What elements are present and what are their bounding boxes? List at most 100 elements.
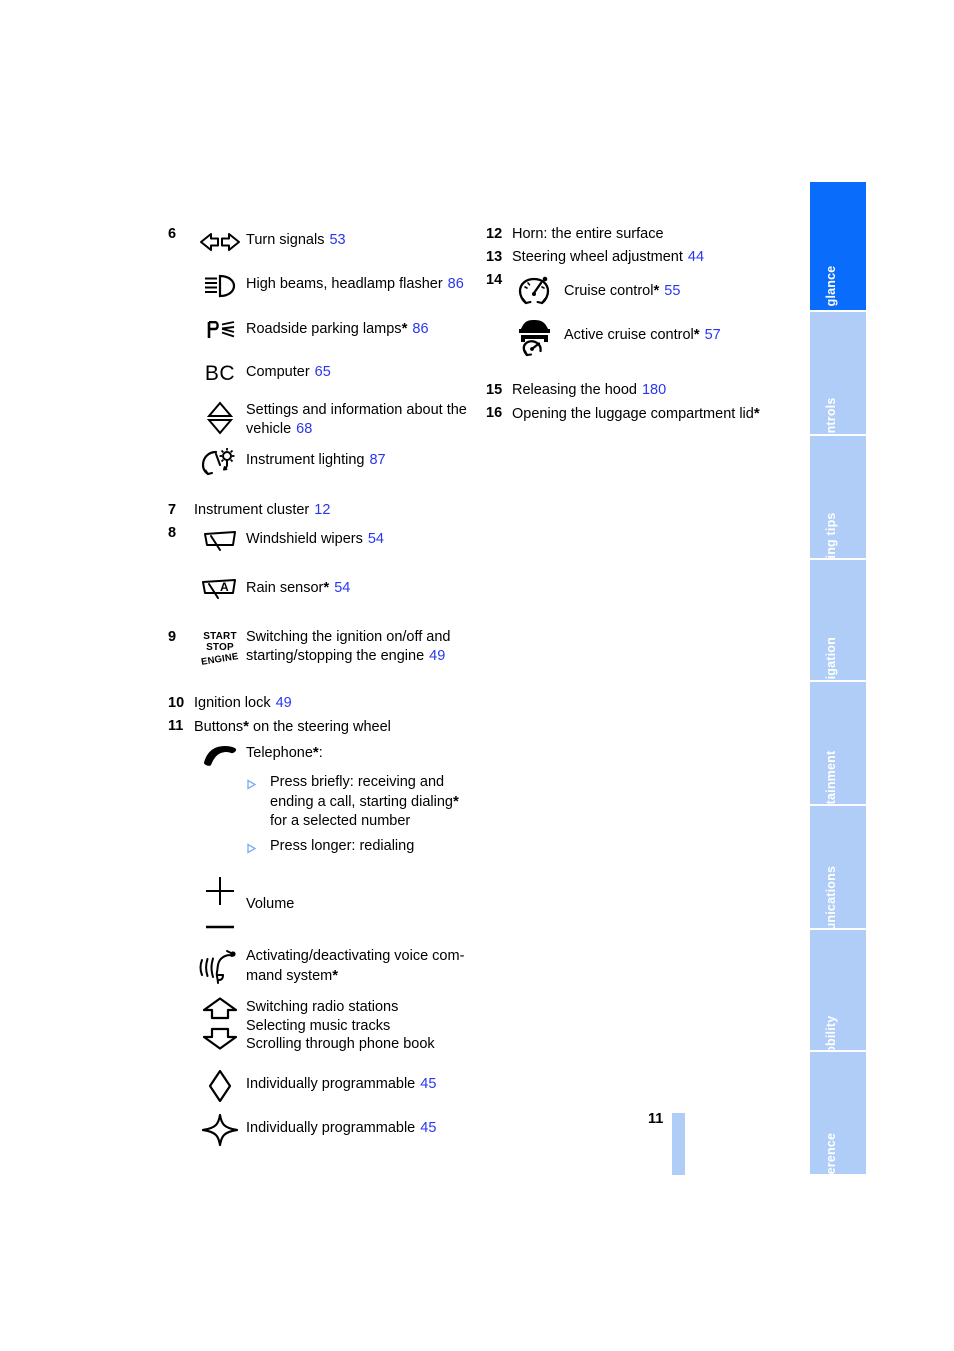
list-item-10: 10 Ignition lock 49 bbox=[168, 694, 478, 713]
page-ref: 86 bbox=[412, 321, 429, 337]
page-ref: 49 bbox=[275, 695, 292, 711]
label-text: Individually programmable bbox=[246, 1076, 416, 1092]
four-point-star-icon bbox=[194, 1113, 246, 1147]
list-item-9: 9 START STOP ENGINE Switching the igniti… bbox=[168, 628, 478, 668]
entry-computer: BC Computer 65 bbox=[194, 357, 478, 391]
rain-sensor-icon: A bbox=[194, 572, 246, 606]
entry-label: Telephone*: bbox=[246, 741, 323, 763]
list-item-16: 16 Opening the luggage compartment lid* bbox=[486, 404, 786, 424]
entry-instrument-lighting: Instrument lighting 87 bbox=[194, 445, 478, 479]
label-text: Steering wheel adjustment bbox=[512, 249, 683, 265]
arrow-up-icon bbox=[202, 997, 238, 1025]
instrument-lighting-icon bbox=[194, 445, 246, 479]
page-ref: 45 bbox=[420, 1076, 437, 1092]
entry-programmable-2: Individually programmable 45 bbox=[194, 1113, 478, 1147]
item-label: Switching the ignition on/off and starti… bbox=[246, 628, 451, 666]
tab-label: Controls bbox=[824, 397, 838, 435]
bullet-line2: ending a call, starting dialing bbox=[270, 794, 453, 810]
page-ref: 68 bbox=[296, 421, 313, 437]
list-item-15: 15 Releasing the hood 180 bbox=[486, 381, 786, 400]
entry-label: Windshield wipers 54 bbox=[246, 524, 384, 549]
entry-label: Active cruise control* 57 bbox=[564, 315, 721, 345]
tab-label: Entertainment bbox=[824, 750, 838, 804]
list-item: Press longer: redialing bbox=[246, 837, 478, 859]
entry-voice-command: Activating/deactivating voice com- mand … bbox=[194, 947, 478, 987]
tab-communications[interactable]: Communications bbox=[810, 806, 866, 928]
entry-turn-signals: Turn signals 53 bbox=[194, 225, 478, 259]
page-ref: 65 bbox=[314, 364, 331, 380]
page-number: 11 bbox=[648, 1111, 664, 1127]
label-text: Opening the luggage compartment lid bbox=[512, 406, 754, 422]
left-column: 6 Turn signals 53 High beams, headlamp f… bbox=[168, 225, 478, 1147]
tab-label: Reference bbox=[824, 1132, 838, 1174]
label-text: Settings and information about the vehic… bbox=[246, 402, 467, 437]
entry-cruise-control: Cruise control* 55 bbox=[512, 275, 786, 309]
label-text: Buttons bbox=[194, 719, 244, 735]
label-text: Active cruise control bbox=[564, 327, 694, 343]
entry-windshield-wipers: Windshield wipers 54 bbox=[194, 524, 478, 558]
page-ref: 55 bbox=[664, 283, 681, 299]
label-text: Computer bbox=[246, 364, 310, 380]
item-label: Releasing the hood 180 bbox=[512, 381, 666, 400]
list-item-6: 6 Turn signals 53 High beams, headlamp f… bbox=[168, 225, 478, 479]
colon: : bbox=[318, 745, 323, 761]
tab-entertainment[interactable]: Entertainment bbox=[810, 682, 866, 804]
label-text: Rain sensor bbox=[246, 580, 324, 596]
svg-text:A: A bbox=[220, 580, 229, 594]
high-beams-icon bbox=[194, 269, 246, 303]
label-line1: Activating/deactivating voice com- bbox=[246, 948, 465, 964]
tab-controls[interactable]: Controls bbox=[810, 312, 866, 434]
item-label: Buttons* on the steering wheel bbox=[194, 717, 391, 737]
item-number: 14 bbox=[486, 272, 503, 288]
page-ref: 49 bbox=[429, 648, 446, 664]
voice-command-icon bbox=[194, 947, 246, 987]
bullet-text: Press briefly: receiving and ending a ca… bbox=[270, 773, 459, 831]
entry-active-cruise-control: Active cruise control* 57 bbox=[512, 315, 786, 359]
turn-signals-icon bbox=[194, 225, 246, 259]
telephone-handset-icon bbox=[194, 741, 246, 771]
tab-driving-tips[interactable]: Driving tips bbox=[810, 436, 866, 558]
label-text: Instrument lighting bbox=[246, 452, 365, 468]
tab-navigation[interactable]: Navigation bbox=[810, 560, 866, 680]
optional-marker: * bbox=[693, 326, 700, 343]
tab-label: Mobility bbox=[824, 1015, 838, 1050]
item-number: 11 bbox=[168, 718, 184, 734]
item-number: 15 bbox=[486, 382, 503, 398]
entry-settings-vehicle: Settings and information about the vehic… bbox=[194, 401, 478, 439]
bc-computer-icon: BC bbox=[194, 357, 246, 391]
label-text: Turn signals bbox=[246, 232, 325, 248]
tab-reference[interactable]: Reference bbox=[810, 1052, 866, 1174]
tab-mobility[interactable]: Mobility bbox=[810, 930, 866, 1050]
list-item-11: 11 Buttons* on the steering wheel bbox=[168, 717, 478, 737]
item-number: 9 bbox=[168, 629, 177, 645]
settings-updown-icon bbox=[194, 401, 246, 435]
list-item-13: 13 Steering wheel adjustment 44 bbox=[486, 248, 786, 267]
label-line3: Scrolling through phone book bbox=[246, 1036, 435, 1053]
section-tabs: At a glance Controls Driving tips Naviga… bbox=[810, 182, 866, 1176]
label-text: Instrument cluster bbox=[194, 502, 310, 518]
bullet-line3: for a selected number bbox=[270, 813, 411, 829]
arrows-icon-group bbox=[194, 997, 246, 1055]
entry-label: Rain sensor* 54 bbox=[246, 572, 350, 598]
entry-volume: Volume bbox=[194, 875, 478, 933]
bullet-text: Press longer: redialing bbox=[270, 838, 415, 854]
optional-marker: * bbox=[452, 793, 459, 810]
entry-arrows: Switching radio stations Selecting music… bbox=[194, 997, 478, 1055]
item-label: Ignition lock 49 bbox=[194, 694, 292, 713]
label-text: Windshield wipers bbox=[246, 531, 363, 547]
label-line2: mand system bbox=[246, 968, 333, 984]
label-rest: on the steering wheel bbox=[249, 719, 391, 735]
entry-label: Activating/deactivating voice com- mand … bbox=[246, 947, 464, 986]
windshield-wipers-icon bbox=[194, 524, 246, 558]
entry-label: Settings and information about the vehic… bbox=[246, 401, 478, 439]
start-stop-engine-icon: START STOP ENGINE bbox=[194, 628, 246, 668]
page-ref: 44 bbox=[687, 249, 705, 265]
label-line2: Selecting music tracks bbox=[246, 1017, 391, 1034]
item-number: 16 bbox=[486, 405, 503, 421]
telephone-bullet-list: Press briefly: receiving and ending a ca… bbox=[246, 773, 478, 859]
entry-label: Volume bbox=[246, 895, 295, 912]
entry-label: High beams, headlamp flasher 86 bbox=[246, 269, 464, 294]
tab-at-a-glance[interactable]: At a glance bbox=[810, 182, 866, 310]
entry-label: Instrument lighting 87 bbox=[246, 445, 386, 470]
tab-label: At a glance bbox=[824, 265, 838, 310]
